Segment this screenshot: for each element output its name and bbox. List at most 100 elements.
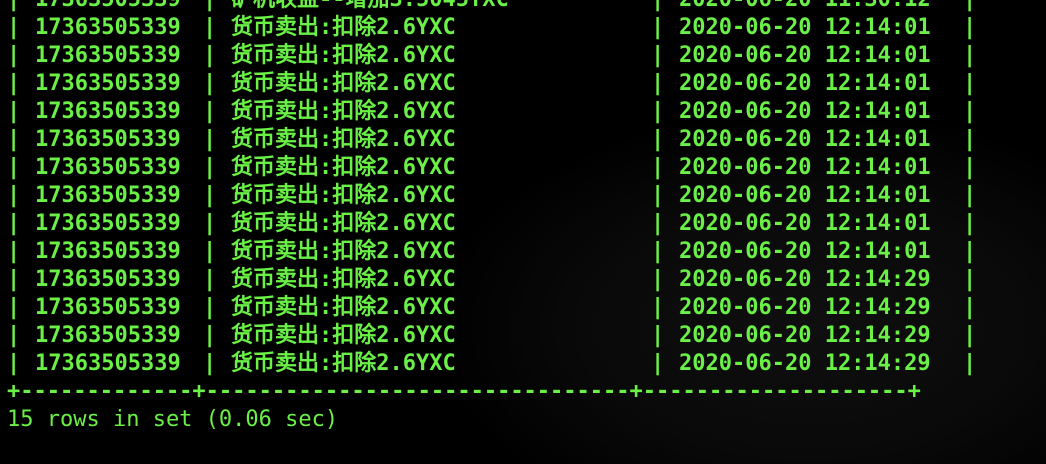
column-divider: | (7, 211, 21, 236)
table-row: | 17363505339 | 货币卖出:扣除2.6YXC | 2020-06-20 12… (7, 266, 976, 294)
cell-id: 17363505339 (35, 183, 181, 208)
terminal-window[interactable]: | 17363505339 | 矿机收益--增加3.5045YXC | 2020… (0, 0, 1046, 464)
column-divider: | (7, 127, 21, 152)
column-divider: | (651, 183, 665, 208)
cell-description: 货币卖出:扣除2.6YXC (231, 127, 456, 152)
cell-id: 17363505339 (35, 43, 181, 68)
query-output: | 17363505339 | 矿机收益--增加3.5045YXC | 2020… (7, 0, 976, 434)
column-divider: | (963, 155, 977, 180)
column-divider: | (651, 239, 665, 264)
cell-id: 17363505339 (35, 71, 181, 96)
column-divider: | (203, 295, 217, 320)
column-divider: | (651, 323, 665, 348)
column-divider: | (7, 267, 21, 292)
table-row: | 17363505339 | 货币卖出:扣除2.6YXC | 2020-06-20 12… (7, 14, 976, 42)
column-divider: | (963, 71, 977, 96)
cell-time: 2020-06-20 12:14:01 (679, 211, 931, 236)
cell-time: 2020-06-20 12:14:01 (679, 71, 931, 96)
table-row: | 17363505339 | 货币卖出:扣除2.6YXC | 2020-06-20 12… (7, 210, 976, 238)
result-status: 15 rows in set (0.06 sec) (7, 407, 339, 432)
column-divider: | (7, 239, 21, 264)
cell-description: 货币卖出:扣除2.6YXC (231, 15, 456, 40)
cell-id: 17363505339 (35, 15, 181, 40)
column-divider: | (7, 99, 21, 124)
column-divider: | (963, 211, 977, 236)
column-divider: | (963, 295, 977, 320)
column-divider: | (203, 239, 217, 264)
table-row: | 17363505339 | 货币卖出:扣除2.6YXC | 2020-06-20 12… (7, 126, 976, 154)
column-divider: | (203, 323, 217, 348)
column-divider: | (651, 99, 665, 124)
cell-id: 17363505339 (35, 211, 181, 236)
column-divider: | (963, 15, 977, 40)
column-divider: | (651, 295, 665, 320)
column-divider: | (651, 211, 665, 236)
table-row: | 17363505339 | 货币卖出:扣除2.6YXC | 2020-06-20 12… (7, 70, 976, 98)
cell-description: 货币卖出:扣除2.6YXC (231, 71, 456, 96)
table-row-partial: | 17363505339 | 矿机收益--增加3.5045YXC | 2020… (7, 0, 976, 14)
cell-time: 2020-06-20 12:14:01 (679, 127, 931, 152)
table-row: | 17363505339 | 货币卖出:扣除2.6YXC | 2020-06-20 12… (7, 294, 976, 322)
cell-description: 货币卖出:扣除2.6YXC (231, 211, 456, 236)
cell-time: 2020-06-20 12:14:29 (679, 295, 931, 320)
cell-time: 2020-06-20 12:14:01 (679, 155, 931, 180)
cell-description: 货币卖出:扣除2.6YXC (231, 99, 456, 124)
column-divider: | (963, 267, 977, 292)
column-divider: | (651, 15, 665, 40)
table-row: | 17363505339 | 货币卖出:扣除2.6YXC | 2020-06-20 12… (7, 154, 976, 182)
cell-id: 17363505339 (35, 295, 181, 320)
column-divider: | (651, 43, 665, 68)
column-divider: | (7, 71, 21, 96)
column-divider: | (963, 127, 977, 152)
column-divider: | (651, 267, 665, 292)
column-divider: | (963, 239, 977, 264)
cell-description: 货币卖出:扣除2.6YXC (231, 267, 456, 292)
table-row: | 17363505339 | 货币卖出:扣除2.6YXC | 2020-06-20 12… (7, 42, 976, 70)
cell-time: 2020-06-20 12:14:01 (679, 239, 931, 264)
column-divider: | (203, 267, 217, 292)
column-divider: | (7, 295, 21, 320)
column-divider: | (7, 15, 21, 40)
cell-description: 货币卖出:扣除2.6YXC (231, 183, 456, 208)
cell-time: 2020-06-20 12:14:01 (679, 15, 931, 40)
column-divider: | (651, 127, 665, 152)
column-divider: | (203, 211, 217, 236)
cell-time: 2020-06-20 12:14:01 (679, 183, 931, 208)
column-divider: | (203, 99, 217, 124)
column-divider: | (203, 43, 217, 68)
table-row: | 17363505339 | 货币卖出:扣除2.6YXC | 2020-06-20 12… (7, 238, 976, 266)
cell-time: 2020-06-20 11:30:12 (679, 0, 931, 14)
column-divider: | (651, 351, 665, 376)
column-divider: | (963, 351, 977, 376)
cell-description: 货币卖出:扣除2.6YXC (231, 155, 456, 180)
table-row: | 17363505339 | 货币卖出:扣除2.6YXC | 2020-06-20 12… (7, 322, 976, 350)
column-divider: | (7, 155, 21, 180)
cell-description: 矿机收益--增加3.5045YXC (231, 0, 509, 14)
column-divider: | (963, 183, 977, 208)
column-divider: | (651, 71, 665, 96)
cell-id: 17363505339 (35, 99, 181, 124)
table-body: | 17363505339 | 货币卖出:扣除2.6YXC | 2020-06-20 12… (7, 14, 976, 378)
cell-id: 17363505339 (35, 127, 181, 152)
cell-description: 货币卖出:扣除2.6YXC (231, 239, 456, 264)
cell-id: 17363505339 (35, 351, 181, 376)
cell-time: 2020-06-20 12:14:29 (679, 267, 931, 292)
cell-description: 货币卖出:扣除2.6YXC (231, 295, 456, 320)
column-divider: | (7, 43, 21, 68)
column-divider: | (963, 99, 977, 124)
column-divider: | (203, 183, 217, 208)
column-divider: | (7, 183, 21, 208)
column-divider: | (651, 0, 664, 14)
cell-id: 17363505339 (35, 0, 181, 14)
column-divider: | (203, 0, 216, 14)
cell-id: 17363505339 (35, 323, 181, 348)
cell-time: 2020-06-20 12:14:29 (679, 323, 931, 348)
cell-description: 货币卖出:扣除2.6YXC (231, 351, 456, 376)
cell-time: 2020-06-20 12:14:01 (679, 99, 931, 124)
cell-time: 2020-06-20 12:14:29 (679, 351, 931, 376)
cell-id: 17363505339 (35, 267, 181, 292)
table-bottom-border: +-------------+-------------------------… (7, 379, 921, 404)
cell-description: 货币卖出:扣除2.6YXC (231, 43, 456, 68)
column-divider: | (203, 155, 217, 180)
column-divider: | (7, 0, 20, 14)
